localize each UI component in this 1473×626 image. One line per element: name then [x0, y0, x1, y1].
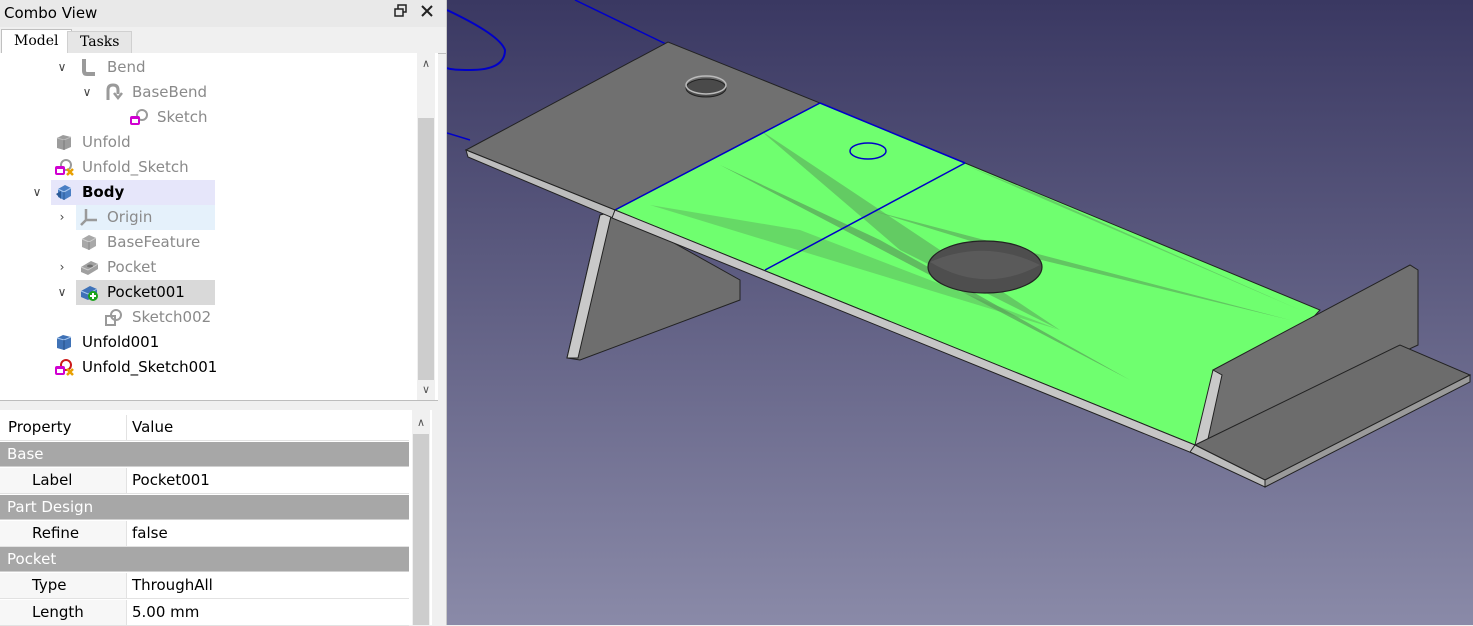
- tree-item-label: Unfold_Sketch: [82, 158, 189, 176]
- property-row-label[interactable]: Label Pocket001: [0, 468, 409, 494]
- tree-item-basefeature[interactable]: BaseFeature: [0, 230, 410, 255]
- tree-item-label: Unfold001: [82, 333, 160, 351]
- tree-item-label: BaseBend: [132, 83, 208, 101]
- tree-scrollbar[interactable]: ∧ ∨: [417, 53, 435, 400]
- scroll-up-icon[interactable]: ∧: [417, 55, 435, 73]
- unfold-sketch-icon: [54, 157, 74, 177]
- 3d-viewport[interactable]: [447, 0, 1473, 625]
- basebend-icon: [104, 82, 124, 102]
- property-scrollbar[interactable]: ∧: [412, 410, 430, 625]
- property-row-length[interactable]: Length 5.00 mm: [0, 600, 409, 626]
- tree-item-basebend[interactable]: ∨ BaseBend: [0, 80, 410, 105]
- tree-item-label: Bend: [107, 58, 146, 76]
- property-value[interactable]: 5.00 mm: [132, 600, 199, 625]
- unfold-icon: [54, 332, 74, 352]
- bend-icon: [79, 57, 99, 77]
- tree-item-label: Sketch: [157, 108, 208, 126]
- chevron-down-icon[interactable]: ∨: [55, 280, 69, 305]
- tree-item-unfold-sketch001[interactable]: Unfold_Sketch001: [0, 355, 410, 380]
- tab-model[interactable]: Model: [1, 29, 72, 54]
- chevron-down-icon[interactable]: ∨: [55, 55, 69, 80]
- tree-item-pocket001[interactable]: ∨ Pocket001: [0, 280, 410, 305]
- basefeature-icon: [79, 232, 99, 252]
- origin-icon: [79, 207, 99, 227]
- property-name: Label: [0, 468, 127, 493]
- tree-item-unfold-sketch[interactable]: Unfold_Sketch: [0, 155, 410, 180]
- tree-item-label: Sketch002: [132, 308, 212, 326]
- property-editor: Property Value Base Label Pocket001 Part…: [0, 410, 432, 626]
- tree-item-pocket[interactable]: › Pocket: [0, 255, 410, 280]
- value-column-header[interactable]: Value: [132, 415, 173, 440]
- chevron-down-icon[interactable]: ∨: [80, 80, 94, 105]
- tree-item-label: Unfold_Sketch001: [82, 358, 218, 376]
- 3d-scene[interactable]: [447, 0, 1473, 625]
- property-name: Refine: [0, 521, 127, 546]
- property-group-part-design[interactable]: Part Design: [0, 495, 409, 520]
- property-row-refine[interactable]: Refine false: [0, 521, 409, 547]
- pocket-icon: [79, 257, 99, 277]
- chevron-right-icon[interactable]: ›: [55, 205, 69, 230]
- body-icon: [54, 182, 74, 202]
- unfold-sketch-icon: [54, 357, 74, 377]
- tree-item-label: Unfold: [82, 133, 131, 151]
- property-group-pocket[interactable]: Pocket: [0, 547, 409, 572]
- tree-item-label: BaseFeature: [107, 233, 201, 251]
- tab-tasks[interactable]: Tasks: [67, 31, 133, 53]
- property-header: Property Value: [0, 415, 409, 441]
- tree-item-unfold[interactable]: Unfold: [0, 130, 410, 155]
- property-value[interactable]: Pocket001: [132, 468, 210, 493]
- scroll-down-icon[interactable]: ∨: [417, 381, 435, 399]
- tree-scrollbar-thumb[interactable]: [418, 118, 434, 380]
- close-icon[interactable]: [418, 4, 436, 22]
- tree-item-origin[interactable]: › Origin: [0, 205, 410, 230]
- tree-item-label: Pocket: [107, 258, 157, 276]
- tree-item-label: Pocket001: [107, 283, 185, 301]
- float-window-icon[interactable]: [392, 4, 410, 22]
- property-scrollbar-thumb[interactable]: [413, 434, 429, 625]
- tree-item-label: Origin: [107, 208, 153, 226]
- scroll-up-icon[interactable]: ∧: [412, 414, 430, 432]
- tab-bar: Model Tasks: [0, 29, 446, 54]
- property-column-header[interactable]: Property: [0, 415, 127, 440]
- combo-view-title: Combo View: [4, 4, 98, 22]
- unfold-icon: [54, 132, 74, 152]
- model-tree: ∨ Bend ∨ BaseBend Sketch Unfold Unfold_S…: [0, 53, 438, 401]
- property-name: Type: [0, 573, 127, 598]
- property-row-type[interactable]: Type ThroughAll: [0, 573, 409, 599]
- tree-item-sketch002[interactable]: Sketch002: [0, 305, 410, 330]
- property-value[interactable]: false: [132, 521, 168, 546]
- sketch-icon: [129, 107, 149, 127]
- combo-view-panel: Combo View Model Tasks ∨ Bend ∨ BaseBend…: [0, 0, 447, 626]
- sketch-icon: [104, 307, 124, 327]
- tree-item-sketch[interactable]: Sketch: [0, 105, 410, 130]
- tree-item-body[interactable]: ∨ Body: [0, 180, 410, 205]
- tree-item-label: Body: [82, 183, 125, 201]
- combo-view-titlebar: Combo View: [0, 0, 446, 27]
- tree-item-unfold001[interactable]: Unfold001: [0, 330, 410, 355]
- chevron-right-icon[interactable]: ›: [55, 255, 69, 280]
- property-value[interactable]: ThroughAll: [132, 573, 213, 598]
- property-name: Length: [0, 600, 127, 625]
- tree-item-bend[interactable]: ∨ Bend: [0, 55, 410, 80]
- pocket-tip-icon: [79, 282, 99, 302]
- chevron-down-icon[interactable]: ∨: [30, 180, 44, 205]
- property-group-base[interactable]: Base: [0, 442, 409, 467]
